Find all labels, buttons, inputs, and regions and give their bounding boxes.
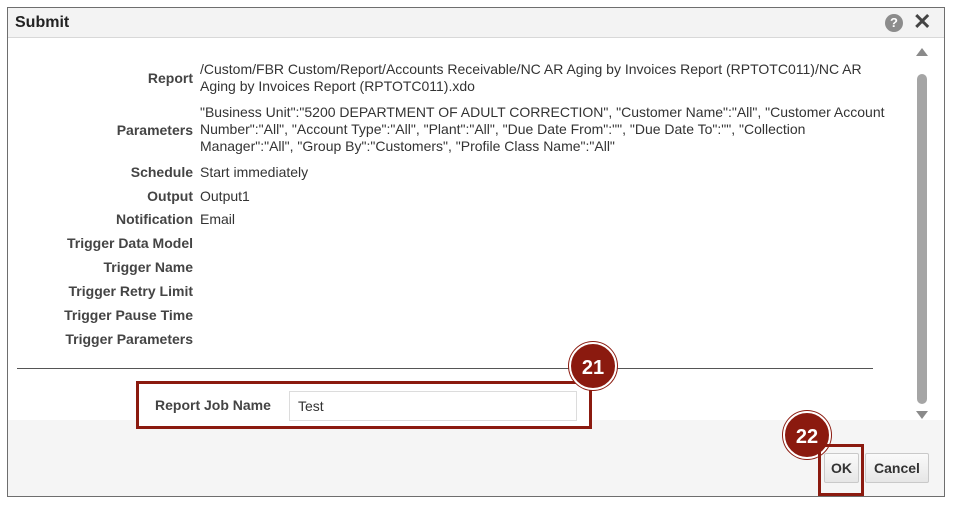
detail-value-parameters: "Business Unit":"5200 DEPARTMENT OF ADUL… bbox=[200, 104, 885, 154]
dialog-titlebar: Submit ? ✕ bbox=[8, 8, 944, 38]
report-job-name-label: Report Job Name bbox=[155, 397, 271, 413]
section-divider bbox=[17, 368, 873, 369]
ok-button-highlight bbox=[818, 444, 864, 496]
scroll-up-arrow-icon[interactable] bbox=[916, 48, 928, 56]
detail-label-trigger-pause-time: Trigger Pause Time bbox=[64, 307, 193, 323]
detail-label-schedule: Schedule bbox=[130, 164, 193, 180]
report-job-name-highlight: Report Job Name bbox=[136, 381, 592, 429]
detail-value-output: Output1 bbox=[200, 188, 250, 204]
detail-label-report: Report bbox=[147, 70, 193, 86]
dialog-title: Submit bbox=[15, 14, 70, 31]
detail-value-report: /Custom/FBR Custom/Report/Accounts Recei… bbox=[200, 61, 862, 94]
detail-label-trigger-retry-limit: Trigger Retry Limit bbox=[68, 283, 193, 299]
close-icon[interactable]: ✕ bbox=[913, 10, 931, 34]
help-icon[interactable]: ? bbox=[885, 14, 903, 32]
scrollbar-thumb[interactable] bbox=[917, 74, 927, 404]
scroll-down-arrow-icon[interactable] bbox=[916, 411, 928, 419]
detail-value-schedule: Start immediately bbox=[200, 164, 309, 180]
step-callout-21: 21 bbox=[569, 342, 617, 390]
submit-dialog: Submit ? ✕ Report /Custom/FBR Custom/Rep… bbox=[7, 7, 945, 497]
detail-label-trigger-name: Trigger Name bbox=[103, 259, 193, 275]
cancel-button[interactable]: Cancel bbox=[865, 453, 929, 483]
detail-label-parameters: Parameters bbox=[116, 122, 193, 138]
detail-label-output: Output bbox=[147, 188, 193, 204]
detail-value-notification: Email bbox=[200, 211, 236, 227]
detail-label-trigger-data-model: Trigger Data Model bbox=[66, 235, 193, 251]
detail-label-trigger-parameters: Trigger Parameters bbox=[65, 331, 193, 347]
detail-label-notification: Notification bbox=[116, 211, 193, 227]
report-job-name-input[interactable] bbox=[289, 391, 577, 421]
